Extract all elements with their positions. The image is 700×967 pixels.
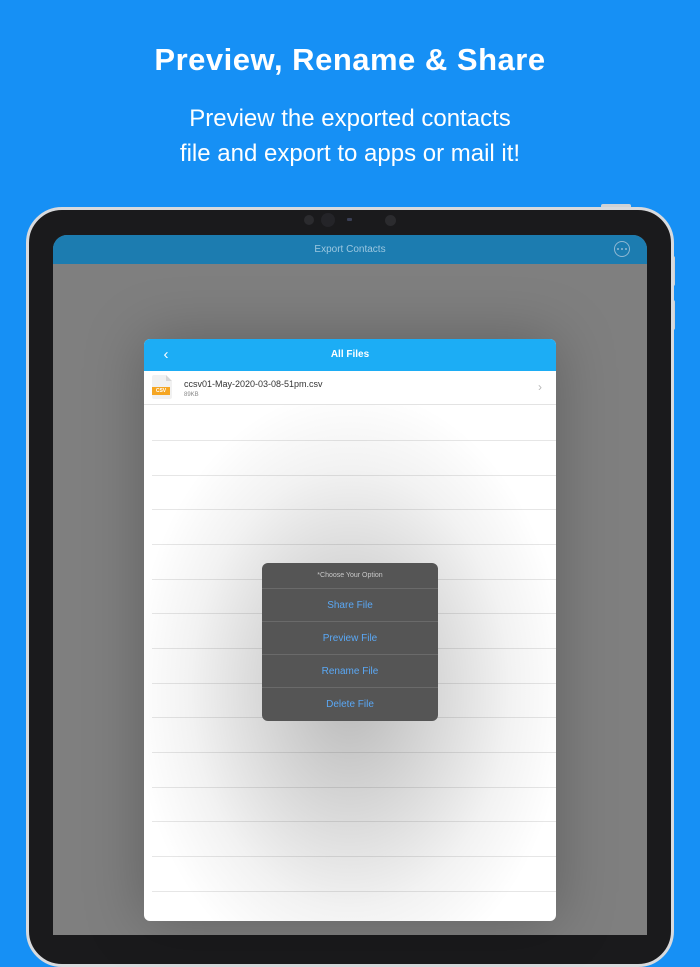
camera-sensor-right [385, 215, 396, 226]
delete-file-button[interactable]: Delete File [262, 687, 438, 720]
csv-tag: CSV [152, 387, 170, 395]
camera-indicator [347, 218, 352, 221]
csv-file-icon: CSV [152, 375, 172, 399]
action-sheet: *Choose Your Option Share File Preview F… [262, 563, 438, 721]
front-camera [321, 213, 335, 227]
file-list-item[interactable]: CSV ccsv01-May-2020-03-08-51pm.csv 89KB … [144, 371, 556, 405]
app-title: Export Contacts [314, 244, 386, 255]
file-name: ccsv01-May-2020-03-08-51pm.csv [184, 379, 323, 389]
promo-headline: Preview, Rename & Share [154, 42, 546, 77]
panel-title: All Files [330, 349, 370, 360]
rename-file-button[interactable]: Rename File [262, 654, 438, 687]
action-sheet-title: *Choose Your Option [317, 572, 383, 579]
promo-subline-line-2: file and export to apps or mail it! [179, 140, 521, 167]
ellipsis-circle-icon[interactable] [614, 241, 630, 257]
preview-file-button[interactable]: Preview File [262, 621, 438, 654]
camera-sensor [304, 215, 314, 225]
share-file-button[interactable]: Share File [262, 588, 438, 621]
promo-subline-line-1: Preview the exported contacts [189, 105, 511, 132]
chevron-right-icon: › [538, 380, 542, 394]
chevron-left-icon[interactable]: ‹ [158, 347, 174, 363]
promo-subline: Preview the exported contacts file and e… [0, 101, 700, 171]
file-size: 89KB [184, 392, 199, 398]
